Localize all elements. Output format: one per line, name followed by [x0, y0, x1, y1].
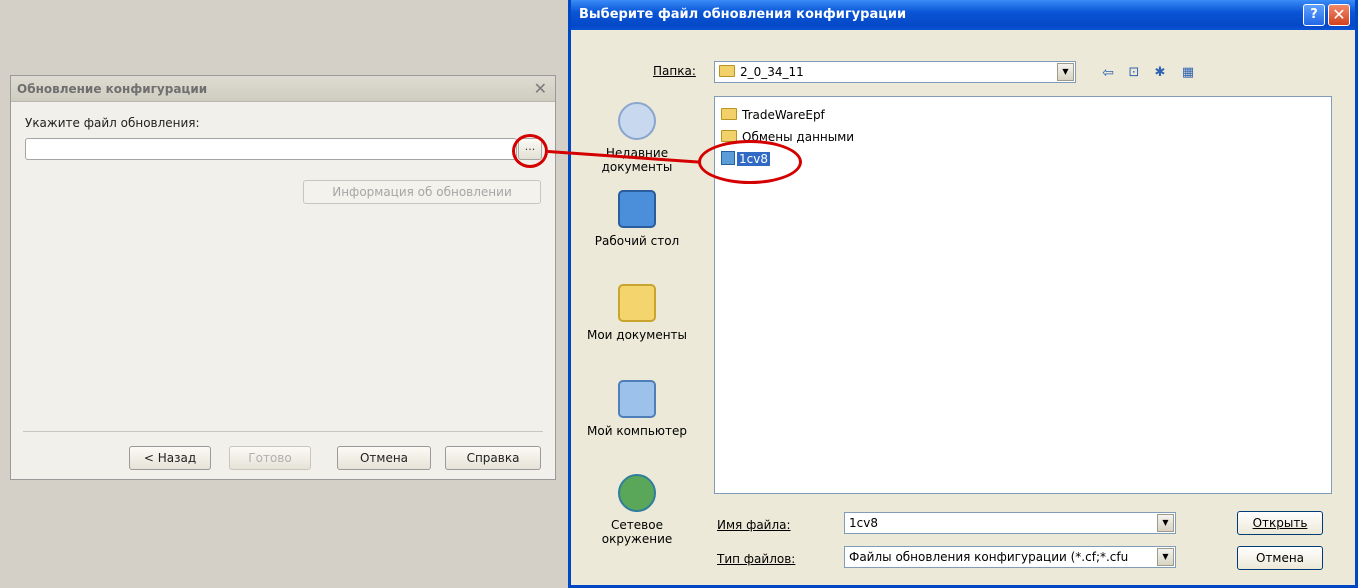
close-icon[interactable]: ✕ [534, 79, 547, 98]
file-dialog-title: Выберите файл обновления конфигурации [579, 7, 907, 22]
chevron-down-icon[interactable]: ▼ [1157, 514, 1174, 532]
filename-label: Имя файла: [717, 518, 791, 532]
my-documents-icon [618, 284, 656, 322]
folder-icon [719, 65, 735, 77]
divider [23, 431, 543, 432]
place-network[interactable]: Сетевое окружение [585, 474, 689, 546]
update-info-button[interactable]: Информация об обновлении [303, 180, 541, 204]
file-open-dialog: Выберите файл обновления конфигурации ? … [568, 0, 1358, 588]
config-dialog-title: Обновление конфигурации ✕ [11, 76, 555, 102]
folder-label: Папка: [653, 64, 696, 78]
file-name: TradeWareEpf [742, 108, 825, 122]
annotation-circle-file [698, 140, 802, 184]
filetype-label-text: Тип файлов: [717, 552, 796, 566]
cancel-button[interactable]: Отмена [1237, 546, 1323, 570]
folder-select-value: 2_0_34_11 [740, 65, 804, 79]
desktop-icon [618, 190, 656, 228]
help-icon[interactable]: ? [1303, 4, 1325, 26]
up-folder-icon[interactable]: ⊡ [1123, 62, 1145, 84]
chevron-down-icon[interactable]: ▼ [1157, 548, 1174, 566]
back-button[interactable]: < Назад [129, 446, 211, 470]
place-label: Рабочий стол [594, 234, 680, 248]
file-label: Укажите файл обновления: [25, 116, 200, 130]
folder-label-text: Папка: [653, 64, 696, 78]
back-arrow-icon[interactable]: ⇦ [1097, 62, 1119, 84]
place-label: Сетевое окружение [601, 518, 673, 546]
close-icon[interactable]: ✕ [1328, 4, 1350, 26]
help-button[interactable]: Справка [445, 446, 541, 470]
place-desktop[interactable]: Рабочий стол [585, 190, 689, 248]
file-dialog-titlebar: Выберите файл обновления конфигурации [571, 0, 1355, 30]
places-bar: Недавние документы Рабочий стол Мои доку… [585, 96, 689, 580]
filetype-value: Файлы обновления конфигурации (*.cf;*.cf… [849, 550, 1129, 564]
chevron-down-icon[interactable]: ▼ [1057, 63, 1074, 81]
folder-icon [721, 108, 737, 120]
place-label: Мои документы [586, 328, 688, 342]
folder-select[interactable]: 2_0_34_11 ▼ [714, 61, 1076, 83]
file-list[interactable]: TradeWareEpf Обмены данными 1cv8 [714, 96, 1332, 494]
filename-input[interactable]: 1cv8 ▼ [844, 512, 1176, 534]
filetype-label: Тип файлов: [717, 552, 795, 566]
recent-documents-icon [618, 102, 656, 140]
done-button[interactable]: Готово [229, 446, 311, 470]
update-file-input[interactable] [25, 138, 517, 160]
list-item[interactable]: TradeWareEpf [721, 107, 825, 123]
network-icon [618, 474, 656, 512]
filename-label-text: Имя файла: [717, 518, 791, 532]
open-button-label: Открыть [1252, 516, 1308, 530]
filename-value: 1cv8 [849, 516, 878, 530]
annotation-circle-browse [512, 134, 548, 168]
config-update-dialog: Обновление конфигурации ✕ Укажите файл о… [10, 75, 556, 480]
new-folder-icon[interactable]: ✱ [1149, 62, 1171, 84]
place-my-computer[interactable]: Мой компьютер [585, 380, 689, 438]
place-label: Мой компьютер [587, 424, 687, 438]
view-menu-icon[interactable]: ▦ [1177, 62, 1199, 84]
filetype-select[interactable]: Файлы обновления конфигурации (*.cf;*.cf… [844, 546, 1176, 568]
open-button[interactable]: Открыть [1237, 511, 1323, 535]
config-dialog-title-text: Обновление конфигурации [17, 82, 208, 96]
my-computer-icon [618, 380, 656, 418]
place-my-documents[interactable]: Мои документы [585, 284, 689, 342]
place-recent[interactable]: Недавние документы [585, 102, 689, 174]
cancel-button[interactable]: Отмена [337, 446, 431, 470]
